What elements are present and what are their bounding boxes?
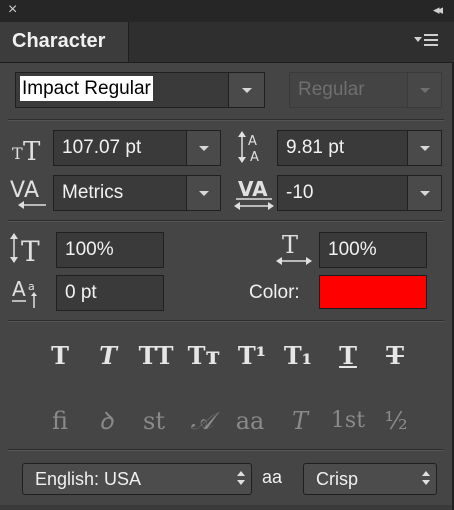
stylistic-alternates-button[interactable]: aa bbox=[230, 403, 270, 439]
ordinals-button[interactable]: 1st bbox=[326, 403, 370, 439]
kerning-value[interactable]: Metrics bbox=[62, 182, 123, 204]
horizontal-scale-icon: T bbox=[276, 231, 312, 265]
small-caps-button[interactable]: Tт bbox=[184, 338, 224, 374]
kerning-icon: V A bbox=[10, 178, 46, 209]
tracking-value[interactable]: -10 bbox=[286, 182, 313, 204]
panel-bottom-edge bbox=[0, 505, 452, 510]
subscript-button[interactable]: T₁ bbox=[280, 338, 316, 374]
color-swatch[interactable] bbox=[319, 275, 427, 309]
leading-field[interactable]: 9.81 pt bbox=[277, 130, 442, 166]
chevron-down-icon bbox=[419, 88, 430, 93]
panel-tab-row: Character bbox=[0, 22, 454, 63]
standard-ligatures-button[interactable]: ﬁ bbox=[42, 403, 78, 439]
antialiasing-select[interactable]: Crisp bbox=[303, 463, 437, 495]
baseline-shift-icon: A a bbox=[12, 277, 37, 308]
vertical-scale-value[interactable]: 100% bbox=[65, 239, 114, 261]
svg-text:T: T bbox=[21, 235, 40, 265]
chevron-down-icon bbox=[419, 146, 430, 151]
color-label: Color: bbox=[249, 282, 300, 303]
faux-italic-button[interactable]: T bbox=[90, 338, 126, 374]
panel-top-bar: × ◂◂ bbox=[0, 0, 454, 23]
svg-text:A: A bbox=[248, 134, 257, 149]
svg-text:T: T bbox=[12, 144, 23, 163]
antialiasing-value: Crisp bbox=[316, 469, 359, 489]
character-panel-body: Impact Regular Regular T T 107.07 pt A A… bbox=[0, 63, 454, 510]
svg-text:A: A bbox=[12, 277, 26, 301]
tracking-icon: VA bbox=[234, 177, 274, 210]
divider bbox=[8, 320, 444, 322]
vertical-scale-icon: T bbox=[10, 233, 40, 265]
divider bbox=[8, 449, 444, 451]
leading-value[interactable]: 9.81 pt bbox=[286, 137, 344, 159]
svg-text:A: A bbox=[250, 150, 259, 165]
font-size-dropdown-button[interactable] bbox=[186, 131, 220, 165]
kerning-field[interactable]: Metrics bbox=[53, 175, 221, 211]
antialias-icon: aa bbox=[262, 467, 283, 487]
chevron-down-icon bbox=[419, 191, 430, 196]
font-style-value: Regular bbox=[298, 79, 365, 100]
tracking-dropdown-button[interactable] bbox=[407, 176, 441, 210]
discretionary-ligatures-button[interactable]: st bbox=[136, 403, 172, 439]
font-size-value[interactable]: 107.07 pt bbox=[62, 137, 141, 159]
svg-text:T: T bbox=[282, 231, 298, 259]
titling-alternates-button[interactable]: T bbox=[282, 403, 318, 439]
svg-text:V: V bbox=[10, 178, 25, 203]
vertical-scale-field[interactable]: 100% bbox=[56, 232, 164, 268]
chevron-down-icon bbox=[198, 191, 209, 196]
font-family-value[interactable]: Impact Regular bbox=[20, 76, 153, 101]
svg-text:VA: VA bbox=[238, 177, 268, 201]
superscript-button[interactable]: T¹ bbox=[234, 338, 270, 374]
language-value: English: USA bbox=[35, 469, 142, 489]
font-style-field[interactable]: Regular bbox=[289, 72, 442, 108]
svg-text:T: T bbox=[23, 137, 41, 163]
chevron-down-icon bbox=[198, 146, 209, 151]
all-caps-button[interactable]: TT bbox=[134, 338, 178, 374]
leading-icon: A A bbox=[238, 131, 259, 165]
horizontal-scale-field[interactable]: 100% bbox=[319, 232, 427, 268]
font-size-icon: T T bbox=[12, 137, 41, 163]
swash-button[interactable]: 𝒜 bbox=[184, 403, 220, 439]
close-icon[interactable]: × bbox=[8, 1, 17, 19]
baseline-shift-value[interactable]: 0 pt bbox=[65, 282, 97, 304]
font-family-field[interactable]: Impact Regular bbox=[15, 72, 265, 108]
contextual-alternates-button[interactable]: ꝺ bbox=[88, 403, 124, 439]
faux-bold-button[interactable]: T bbox=[42, 338, 78, 374]
underline-button[interactable]: T bbox=[330, 338, 366, 374]
svg-text:A: A bbox=[24, 178, 39, 203]
tab-character-label: Character bbox=[12, 30, 106, 52]
font-family-dropdown-button[interactable] bbox=[228, 73, 264, 107]
panel-menu-icon[interactable] bbox=[414, 34, 442, 48]
font-style-dropdown-button[interactable] bbox=[407, 73, 441, 107]
svg-text:a: a bbox=[28, 280, 35, 293]
fractions-button[interactable]: ½ bbox=[378, 403, 414, 439]
strikethrough-button[interactable]: T bbox=[377, 338, 413, 374]
tab-character[interactable]: Character bbox=[0, 22, 129, 62]
kerning-dropdown-button[interactable] bbox=[186, 176, 220, 210]
baseline-shift-field[interactable]: 0 pt bbox=[56, 275, 164, 311]
horizontal-scale-value[interactable]: 100% bbox=[328, 239, 377, 261]
divider bbox=[8, 119, 444, 121]
chevron-down-icon bbox=[241, 88, 252, 93]
divider bbox=[8, 220, 444, 222]
language-select[interactable]: English: USA bbox=[22, 463, 252, 495]
leading-dropdown-button[interactable] bbox=[407, 131, 441, 165]
font-size-field[interactable]: 107.07 pt bbox=[53, 130, 221, 166]
tracking-field[interactable]: -10 bbox=[277, 175, 442, 211]
collapse-panel-icon[interactable]: ◂◂ bbox=[433, 2, 443, 18]
